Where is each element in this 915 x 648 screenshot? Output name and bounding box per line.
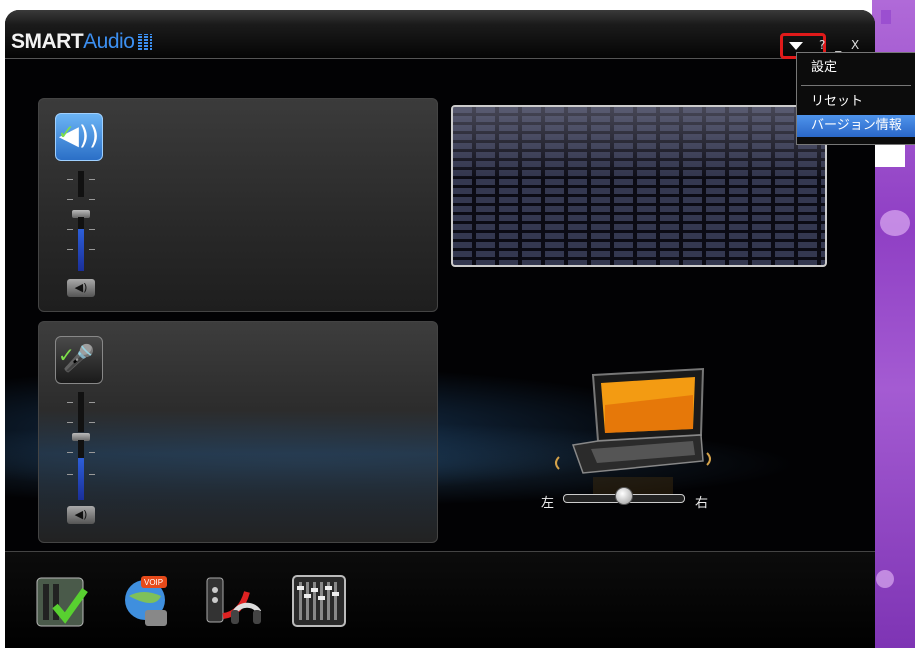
tick bbox=[89, 179, 95, 180]
mic-mute-button[interactable]: ◀) bbox=[67, 506, 95, 524]
bottom-toolbar: VOIP bbox=[5, 551, 875, 648]
tick bbox=[67, 179, 73, 180]
audio-director-icon[interactable] bbox=[33, 572, 91, 632]
mic-track bbox=[78, 440, 84, 458]
recording-panel: 🎤 ✓ ◀) bbox=[38, 321, 438, 543]
checkmark-icon: ✓ bbox=[58, 343, 75, 367]
desktop-window-fragment bbox=[875, 145, 905, 167]
audio-jack-icon[interactable] bbox=[205, 572, 263, 632]
tick bbox=[67, 199, 73, 200]
balance-right-label: 右 bbox=[695, 496, 709, 511]
voip-icon[interactable]: VOIP bbox=[119, 572, 177, 632]
volume-track bbox=[78, 217, 84, 229]
recording-volume-fill bbox=[78, 458, 84, 500]
help-button[interactable]: ? bbox=[819, 38, 825, 52]
desktop-decoration bbox=[876, 570, 894, 588]
tick bbox=[89, 474, 95, 475]
logo-bars-icon bbox=[138, 34, 153, 50]
tick bbox=[67, 474, 73, 475]
settings-dropdown-menu: 設定 リセット バージョン情報 bbox=[796, 52, 915, 145]
smartaudio-window: SMARTAudio ? _ X ◀)) ✓ ◀) 🎤 ✓ ◀) 左 右 VOI… bbox=[5, 10, 875, 648]
speaker-mute-button[interactable]: ◀) bbox=[67, 279, 95, 297]
speaker-icon[interactable]: ◀)) ✓ bbox=[55, 113, 103, 161]
mic-track-upper bbox=[78, 392, 84, 432]
svg-text:VOIP: VOIP bbox=[144, 578, 163, 587]
menu-item-settings[interactable]: 設定 bbox=[797, 57, 915, 79]
balance-slider[interactable] bbox=[615, 487, 633, 505]
tick bbox=[67, 249, 73, 250]
tick bbox=[67, 422, 73, 423]
tick bbox=[67, 402, 73, 403]
main-area: ◀)) ✓ ◀) 🎤 ✓ ◀) bbox=[5, 59, 875, 551]
title-bar: SMARTAudio ? _ X bbox=[5, 10, 875, 59]
menu-separator bbox=[801, 85, 911, 86]
tick bbox=[89, 229, 95, 230]
tick bbox=[89, 422, 95, 423]
playback-volume-fill bbox=[78, 229, 84, 271]
app-logo: SMARTAudio bbox=[11, 30, 153, 54]
minimize-button[interactable]: _ bbox=[835, 38, 841, 52]
tick bbox=[67, 229, 73, 230]
equalizer-visualizer bbox=[451, 105, 827, 267]
tick bbox=[89, 249, 95, 250]
close-button[interactable]: X bbox=[851, 38, 859, 52]
microphone-icon[interactable]: 🎤 ✓ bbox=[55, 336, 103, 384]
tick bbox=[89, 199, 95, 200]
equalizer-icon[interactable] bbox=[291, 572, 349, 632]
laptop-image bbox=[555, 367, 711, 495]
brand-audio: Audio bbox=[83, 30, 135, 53]
tick bbox=[67, 452, 73, 453]
volume-track-upper bbox=[78, 171, 84, 197]
desktop-decoration bbox=[880, 210, 910, 236]
tick bbox=[89, 452, 95, 453]
tick bbox=[89, 402, 95, 403]
playback-panel: ◀)) ✓ ◀) bbox=[38, 98, 438, 312]
balance-left-label: 左 bbox=[541, 496, 555, 511]
brand-smart: SMART bbox=[11, 30, 84, 53]
menu-item-reset[interactable]: リセット bbox=[797, 91, 915, 113]
desktop-icon bbox=[881, 10, 891, 24]
menu-item-version-info[interactable]: バージョン情報 bbox=[797, 115, 915, 137]
checkmark-icon: ✓ bbox=[58, 120, 75, 144]
